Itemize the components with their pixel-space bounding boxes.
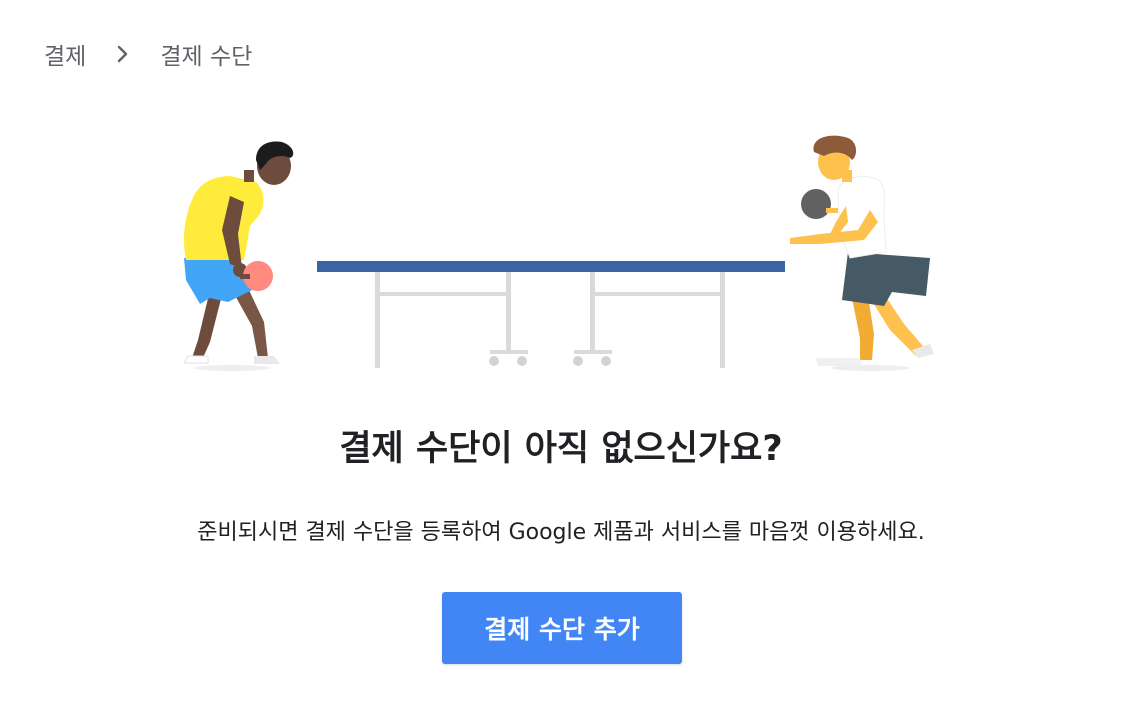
chevron-right-icon: [86, 36, 160, 72]
table-tennis-illustration: [170, 130, 950, 380]
breadcrumb: 결제 결제 수단: [44, 36, 252, 72]
add-payment-method-button[interactable]: 결제 수단 추가: [442, 592, 682, 664]
payment-methods-page: 결제 결제 수단 결제 수단이 아직 없으신가요? 준비되시면 결제 수단을 등…: [0, 0, 1122, 722]
right-player-icon: [790, 135, 934, 366]
table-icon: [317, 261, 785, 368]
empty-state-description: 준비되시면 결제 수단을 등록하여 Google 제품과 서비스를 마음껏 이용…: [197, 520, 925, 545]
left-player-icon: [183, 141, 294, 364]
breadcrumb-item-payments[interactable]: 결제: [44, 37, 86, 71]
breadcrumb-item-payment-methods: 결제 수단: [160, 44, 253, 70]
empty-state-title: 결제 수단이 아직 없으신가요?: [339, 429, 783, 469]
